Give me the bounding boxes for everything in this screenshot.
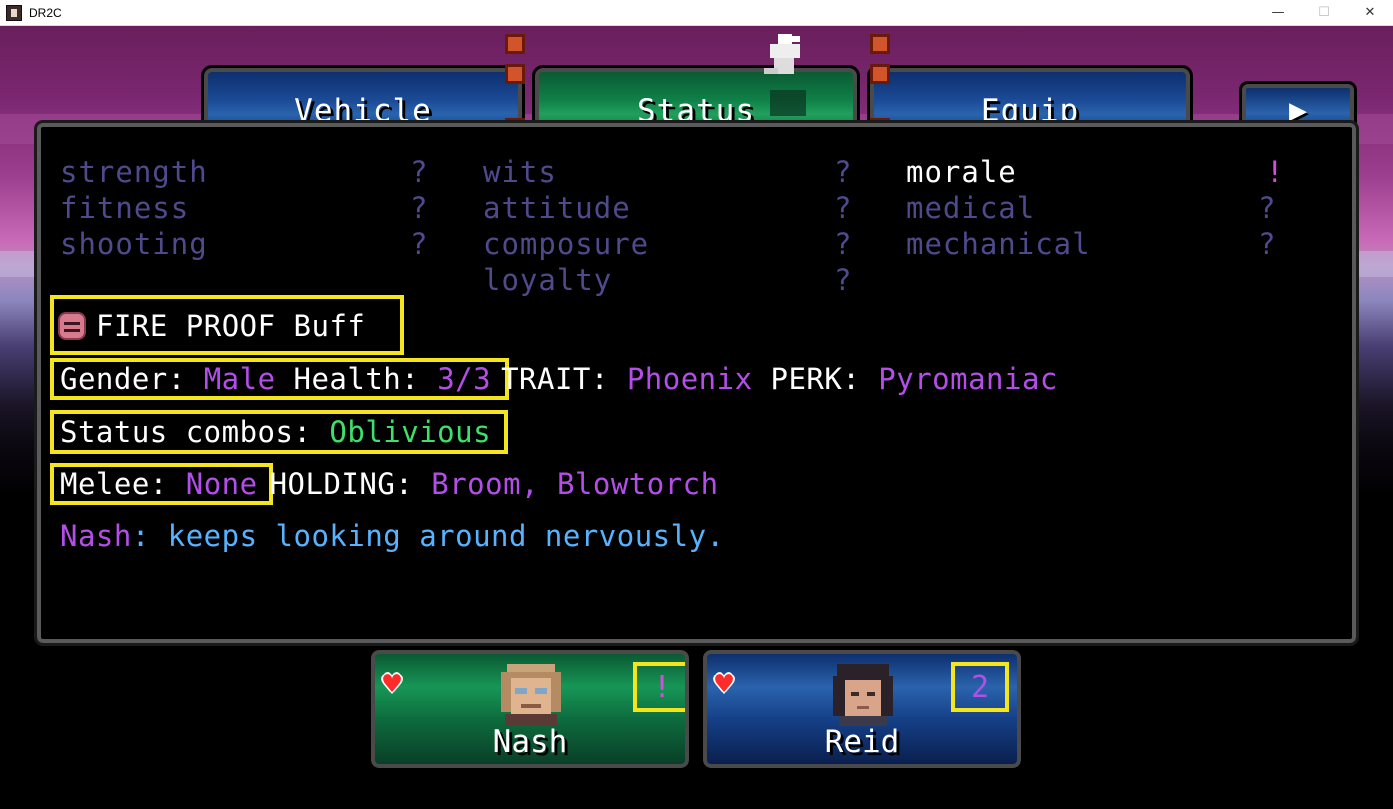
- health-value: 3/3: [437, 362, 492, 396]
- holding-value: Broom, Blowtorch: [431, 467, 719, 501]
- fire-proof-icon: [58, 312, 86, 340]
- stat-strength-value: ?: [410, 155, 428, 189]
- stat-fitness-label: fitness: [60, 191, 190, 225]
- combos-label: Status combos:: [60, 415, 312, 449]
- close-button[interactable]: ✕: [1347, 0, 1393, 26]
- minimize-button[interactable]: —: [1255, 0, 1301, 26]
- reid-portrait: [833, 664, 893, 726]
- stat-mechanical-value: ?: [1258, 227, 1276, 261]
- gender-value: Male: [203, 362, 276, 396]
- trait-value: Phoenix: [626, 362, 753, 396]
- perk-value: Pyromaniac: [878, 362, 1058, 396]
- maximize-button[interactable]: ☐: [1301, 0, 1347, 26]
- gender-label: Gender:: [60, 362, 186, 396]
- stat-morale-value: !: [1266, 155, 1284, 189]
- melee-label: Melee:: [60, 467, 168, 501]
- frame-ornament: [870, 34, 890, 54]
- stat-medical-label: medical: [906, 191, 1036, 225]
- stat-composure-value: ?: [834, 227, 852, 261]
- holding-label: HOLDING:: [269, 467, 414, 501]
- stat-attitude-value: ?: [834, 191, 852, 225]
- stat-mechanical-label: mechanical: [906, 227, 1091, 261]
- stat-attitude-label: attitude: [483, 191, 631, 225]
- health-label: Health:: [293, 362, 420, 396]
- stat-wits-value: ?: [834, 155, 852, 189]
- heart-icon: ♥: [715, 667, 734, 702]
- game-viewport: Vehicle Status Equip ▶ strength ? fitnes…: [0, 26, 1393, 809]
- character-info-line: Gender: Male Health: 3/3 TRAIT: Phoenix P…: [60, 361, 1058, 397]
- window-controls: — ☐ ✕: [1255, 0, 1393, 26]
- stat-morale-label: morale: [906, 155, 1017, 189]
- equipment-line: Melee: None HOLDING: Broom, Blowtorch: [60, 466, 719, 502]
- nash-portrait: [501, 664, 561, 726]
- perk-label: PERK:: [770, 362, 861, 396]
- window-title: DR2C: [29, 5, 62, 20]
- flavor-text: : keeps looking around nervously.: [131, 519, 725, 553]
- party-card-reid[interactable]: ♥ 2 Reid: [700, 647, 1024, 771]
- stat-shooting-value: ?: [410, 227, 428, 261]
- status-combos-line: Status combos: Oblivious: [60, 414, 491, 450]
- frame-ornament: [505, 34, 525, 54]
- stat-shooting-label: shooting: [60, 227, 208, 261]
- frame-ornament: [505, 64, 525, 84]
- heart-icon: ♥: [383, 667, 402, 702]
- nash-name: Nash: [492, 724, 568, 760]
- melee-value: None: [185, 467, 258, 501]
- reid-name: Reid: [824, 724, 900, 760]
- window-titlebar: DR2C — ☐ ✕: [0, 0, 1393, 26]
- stat-strength-label: strength: [60, 155, 208, 189]
- nash-morale-badge: !: [633, 662, 685, 712]
- flavor-line: Nash: keeps looking around nervously.: [60, 518, 725, 554]
- buff-line: FIRE PROOF Buff: [58, 308, 365, 344]
- stat-loyalty-label: loyalty: [483, 263, 613, 297]
- stat-wits-label: wits: [483, 155, 557, 189]
- play-arrow-icon: ▶: [1288, 93, 1308, 128]
- frame-ornament: [870, 64, 890, 84]
- stat-fitness-value: ?: [410, 191, 428, 225]
- party-card-nash[interactable]: ♥ ! Nash: [368, 647, 692, 771]
- reid-morale-badge: 2: [951, 662, 1009, 712]
- stat-medical-value: ?: [1258, 191, 1276, 225]
- flavor-name: Nash: [60, 519, 132, 553]
- bird-sprite-icon: [764, 34, 806, 116]
- stat-composure-label: composure: [483, 227, 650, 261]
- stat-loyalty-value: ?: [834, 263, 852, 297]
- trait-label: TRAIT:: [501, 362, 609, 396]
- combos-value: Oblivious: [329, 415, 492, 449]
- buff-text: FIRE PROOF Buff: [96, 309, 366, 343]
- app-icon: [6, 4, 22, 21]
